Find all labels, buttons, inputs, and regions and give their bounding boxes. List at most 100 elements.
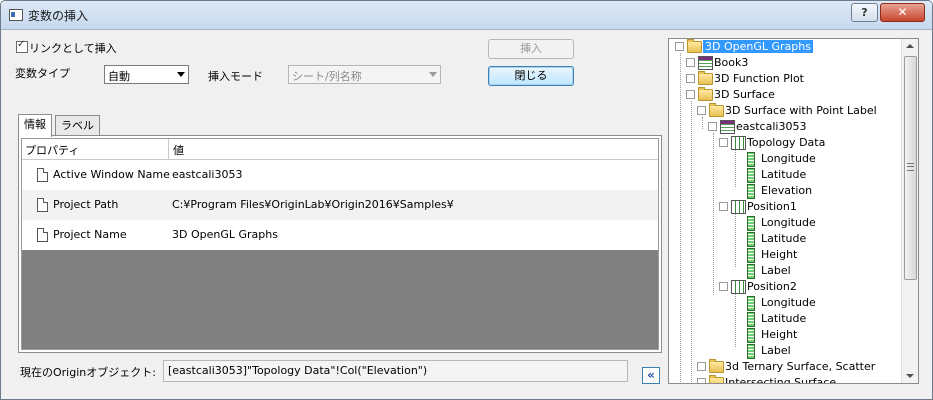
tree-connector	[691, 101, 692, 383]
close-button[interactable]: 閉じる	[488, 66, 574, 86]
close-window-button[interactable]: ✕	[880, 3, 925, 22]
title-bar: 変数の挿入 ? ✕	[1, 1, 932, 30]
tree-node-label: Latitude	[761, 168, 807, 181]
tree-node-label: 3D Function Plot	[714, 72, 804, 85]
tree-node-label: Height	[761, 328, 798, 341]
tree-connector	[735, 149, 736, 187]
table-row[interactable]: Active Window Name eastcali3053	[22, 160, 658, 190]
insert-mode-select[interactable]: シート/列名称	[288, 65, 441, 84]
link-checkbox-label[interactable]: リンクとして挿入	[29, 40, 117, 56]
folder-icon	[698, 87, 713, 101]
tab-info[interactable]: 情報	[18, 114, 52, 137]
document-icon	[37, 168, 48, 182]
tree-expander[interactable]	[675, 42, 684, 51]
property-key: Project Path	[53, 198, 119, 211]
column-icon	[747, 168, 755, 183]
tree-connector	[735, 213, 736, 267]
window-icon	[9, 9, 23, 21]
folder-icon	[687, 39, 702, 53]
current-object-label: 現在のOriginオブジェクト:	[20, 366, 156, 379]
property-key: Project Name	[53, 228, 127, 241]
tree-expander[interactable]	[719, 202, 728, 211]
insert-mode-label: 挿入モード	[208, 70, 263, 83]
tree-node-label: Label	[761, 344, 791, 357]
tree-node-label: Longitude	[761, 216, 816, 229]
tree-expander[interactable]	[686, 90, 695, 99]
property-value: eastcali3053	[172, 168, 243, 181]
insert-button[interactable]: 挿入	[488, 39, 574, 59]
tab-label[interactable]: ラベル	[55, 115, 100, 136]
tree-expander[interactable]	[686, 58, 695, 67]
folder-icon	[709, 359, 724, 373]
help-button[interactable]: ?	[851, 3, 878, 22]
document-icon	[37, 198, 48, 212]
column-divider[interactable]	[168, 139, 169, 159]
collapse-button[interactable]: «	[642, 367, 660, 384]
tree-node-label: Label	[761, 264, 791, 277]
column-header-property[interactable]: プロパティ	[25, 142, 79, 158]
current-object-field: [eastcali3053]"Topology Data"!Col("Eleva…	[163, 360, 628, 382]
tree-expander[interactable]	[686, 74, 695, 83]
worksheet-icon	[731, 280, 746, 294]
tree-scrollbar[interactable]	[901, 39, 918, 383]
tree-node-label: Longitude	[761, 152, 816, 165]
tree-node-label: 3D OpenGL Graphs	[703, 40, 813, 53]
grid-header: プロパティ 値	[22, 139, 658, 160]
column-header-value[interactable]: 値	[173, 142, 184, 158]
workbook-icon	[698, 56, 713, 70]
property-value: 3D OpenGL Graphs	[172, 228, 278, 241]
scroll-up-icon[interactable]	[906, 44, 914, 48]
insert-mode-value: シート/列名称	[292, 70, 362, 83]
workbook-icon	[720, 120, 735, 134]
folder-icon	[709, 103, 724, 117]
tree-node-label: Position2	[747, 280, 797, 293]
tree-node-label: Topology Data	[747, 136, 826, 149]
tree-node-label: Latitude	[761, 232, 807, 245]
properties-grid: プロパティ 値 Active Window Name eastcali3053 …	[21, 138, 659, 350]
chevron-down-icon	[429, 72, 437, 77]
column-icon	[747, 232, 755, 247]
tree-expander[interactable]	[697, 362, 706, 371]
column-icon	[747, 328, 755, 343]
scroll-down-icon[interactable]	[906, 374, 914, 378]
property-key: Active Window Name	[53, 168, 170, 181]
project-tree[interactable]: 3D OpenGL Graphs Book3 3D Function Plot …	[668, 38, 919, 384]
dialog-body: リンクとして挿入 変数タイプ 自動 挿入モード シート/列名称 挿入 閉じる 情…	[8, 30, 926, 392]
column-icon	[747, 312, 755, 327]
tree-expander[interactable]	[719, 138, 728, 147]
tree-expander[interactable]	[719, 282, 728, 291]
table-row[interactable]: Project Name 3D OpenGL Graphs	[22, 220, 658, 250]
column-icon	[747, 152, 755, 167]
tree-node-label: Elevation	[761, 184, 813, 197]
folder-icon	[709, 375, 724, 383]
tree-node-label: Latitude	[761, 312, 807, 325]
tree-expander[interactable]	[697, 378, 706, 383]
info-panel: プロパティ 値 Active Window Name eastcali3053 …	[18, 135, 662, 353]
insert-variable-dialog: 変数の挿入 ? ✕ リンクとして挿入 変数タイプ 自動 挿入モード シート/列名…	[0, 0, 933, 400]
tree-node-label: Book3	[714, 56, 749, 69]
tree-connector	[735, 293, 736, 347]
scroll-thumb[interactable]	[904, 56, 917, 280]
tree-node-label: eastcali3053	[736, 120, 807, 133]
tree-expander[interactable]	[697, 106, 706, 115]
tree-connector	[713, 133, 714, 295]
property-value: C:¥Program Files¥OriginLab¥Origin2016¥Sa…	[172, 198, 454, 211]
tree-connector	[680, 53, 681, 383]
table-row[interactable]: Project Path C:¥Program Files¥OriginLab¥…	[22, 190, 658, 220]
column-icon	[747, 184, 755, 199]
var-type-select[interactable]: 自動	[104, 65, 189, 84]
chevron-down-icon	[177, 72, 185, 77]
column-icon	[747, 216, 755, 231]
current-object-value: [eastcali3053]"Topology Data"!Col("Eleva…	[168, 364, 428, 377]
grip-icon	[907, 163, 914, 171]
tree-node-label: Intersecting Surface	[725, 376, 837, 384]
folder-icon	[698, 71, 713, 85]
link-checkbox[interactable]	[16, 39, 28, 53]
tree-node-label: 3D Surface with Point Label	[725, 104, 877, 117]
tree-expander[interactable]	[708, 122, 717, 131]
column-icon	[747, 344, 755, 359]
var-type-label: 変数タイプ	[15, 67, 70, 80]
tree-node-label: 3d Ternary Surface, Scatter	[725, 360, 876, 373]
column-icon	[747, 248, 755, 263]
tree-node-label: 3D Surface	[714, 88, 775, 101]
